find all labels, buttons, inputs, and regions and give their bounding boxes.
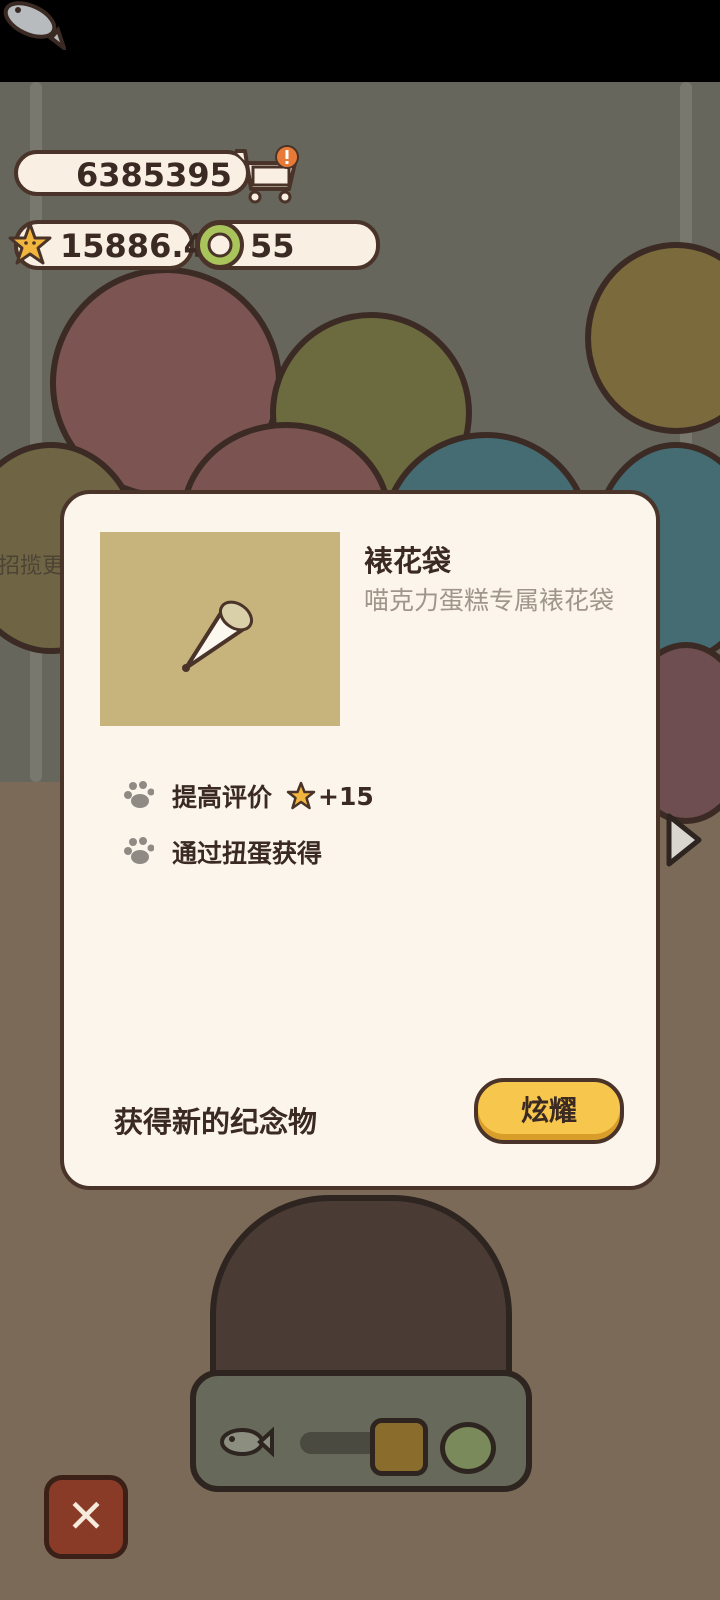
green-token-icon [196,221,244,269]
souvenir-dialog: 裱花袋 喵克力蛋糕专属裱花袋 提高评价 +15 通过扭蛋获得 获得新的纪念物 炫… [60,490,660,1190]
fish-currency: 6385395 [14,150,250,196]
new-souvenir-text: 获得新的纪念物 [114,1105,318,1139]
fish-icon [3,1,66,50]
attribute-label: 提高评价 [172,783,273,812]
star-icon [286,781,316,810]
fish-icon [220,1426,274,1458]
shop-cart-icon[interactable] [233,145,305,207]
attribute-label: 通过扭蛋获得 [172,839,323,868]
status-bar [0,0,720,82]
gacha-lever-handle[interactable] [370,1418,428,1476]
paw-icon [124,837,154,864]
close-icon: ✕ [66,1489,106,1543]
token-count: 55 [250,227,295,265]
attribute-rating: 提高评价 +15 [122,776,374,816]
rating-bonus: +15 [318,781,374,811]
arrow-right-icon[interactable] [663,812,703,868]
fish-count: 6385395 [76,156,232,194]
piping-bag-icon [182,600,254,672]
attribute-source: 通过扭蛋获得 [122,832,322,872]
item-image [100,532,340,726]
star-icon [8,222,52,265]
paw-icon [124,781,154,808]
show-off-button[interactable]: 炫耀 [474,1078,624,1144]
item-description: 喵克力蛋糕专属裱花袋 [364,586,615,615]
coin-slot-icon [440,1422,496,1474]
star-count: 15886.4 [60,227,206,265]
close-button[interactable]: ✕ [44,1475,128,1559]
background-hint-text: 招揽更 [0,554,65,579]
item-name: 裱花袋 [364,544,452,578]
